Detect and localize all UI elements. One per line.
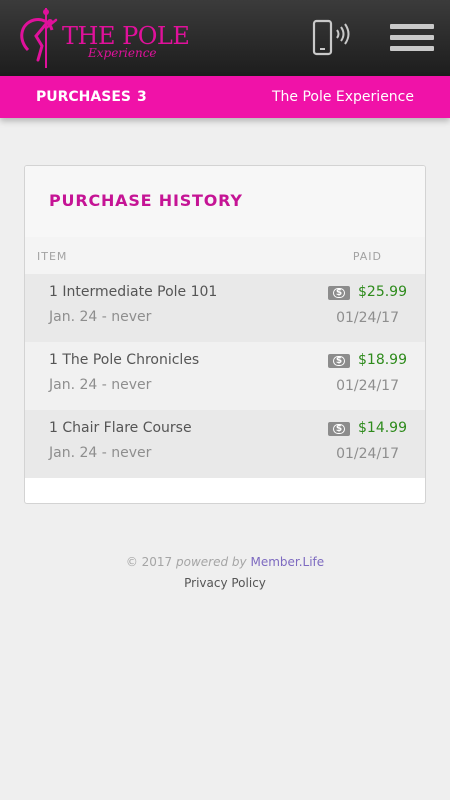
item-price: $14.99 bbox=[358, 420, 407, 436]
item-name: 1 The Pole Chronicles bbox=[49, 352, 200, 368]
phone-ringing-icon bbox=[312, 19, 350, 56]
table-header: ITEM PAID bbox=[25, 237, 425, 274]
item-period: Jan. 24 - never bbox=[49, 377, 152, 393]
dollar-bill-icon: $ bbox=[328, 286, 350, 300]
item-price: $25.99 bbox=[358, 284, 407, 300]
purchases-link[interactable]: PURCHASES 3 bbox=[36, 89, 147, 105]
table-row[interactable]: 1 Chair Flare Course Jan. 24 - never $ $… bbox=[25, 410, 425, 478]
menu-bar-icon bbox=[390, 46, 434, 51]
footer-credit: © 2017 powered by Member.Life bbox=[0, 555, 450, 569]
sub-navigation-bar: PURCHASES 3 The Pole Experience bbox=[0, 76, 450, 118]
column-header-paid: PAID bbox=[352, 250, 382, 263]
dollar-bill-icon: $ bbox=[328, 422, 350, 436]
top-bar: THE POLE Experience bbox=[0, 0, 450, 76]
dollar-bill-icon: $ bbox=[328, 354, 350, 368]
privacy-policy-link[interactable]: Privacy Policy bbox=[0, 576, 450, 590]
site-name-link[interactable]: The Pole Experience bbox=[272, 89, 414, 105]
item-name: 1 Intermediate Pole 101 bbox=[49, 284, 218, 300]
phone-button[interactable] bbox=[310, 18, 356, 58]
item-period: Jan. 24 - never bbox=[49, 445, 152, 461]
item-date: 01/24/17 bbox=[336, 378, 399, 394]
item-date: 01/24/17 bbox=[336, 310, 399, 326]
item-period: Jan. 24 - never bbox=[49, 309, 152, 325]
hamburger-menu-button[interactable] bbox=[390, 24, 434, 54]
table-row[interactable]: 1 Intermediate Pole 101 Jan. 24 - never … bbox=[25, 274, 425, 342]
member-life-link[interactable]: Member.Life bbox=[250, 555, 324, 569]
copyright-text: © 2017 bbox=[125, 555, 173, 569]
purchases-count: 3 bbox=[136, 89, 147, 105]
powered-by-text: powered by bbox=[176, 555, 247, 569]
item-date: 01/24/17 bbox=[336, 446, 399, 462]
logo-subtitle: Experience bbox=[88, 46, 157, 60]
column-header-item: ITEM bbox=[37, 250, 68, 263]
card-header: PURCHASE HISTORY bbox=[25, 166, 425, 237]
card-title: PURCHASE HISTORY bbox=[49, 191, 243, 210]
menu-bar-icon bbox=[390, 35, 434, 40]
purchases-label: PURCHASES bbox=[36, 89, 131, 105]
pole-experience-logo[interactable]: THE POLE Experience bbox=[16, 6, 190, 70]
item-price: $18.99 bbox=[358, 352, 407, 368]
menu-bar-icon bbox=[390, 24, 434, 29]
table-row[interactable]: 1 The Pole Chronicles Jan. 24 - never $ … bbox=[25, 342, 425, 410]
purchase-history-card: PURCHASE HISTORY ITEM PAID 1 Intermediat… bbox=[24, 165, 426, 504]
footer: © 2017 powered by Member.Life Privacy Po… bbox=[0, 555, 450, 590]
item-name: 1 Chair Flare Course bbox=[49, 420, 192, 436]
